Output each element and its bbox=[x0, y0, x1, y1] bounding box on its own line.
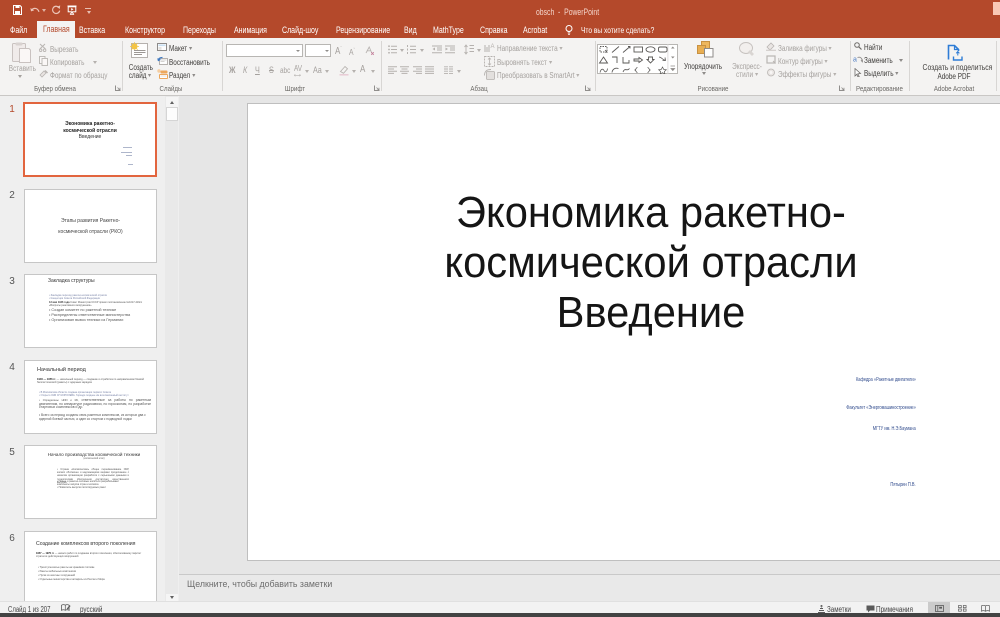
svg-text:A: A bbox=[491, 44, 495, 50]
svg-text:a: a bbox=[853, 57, 857, 64]
